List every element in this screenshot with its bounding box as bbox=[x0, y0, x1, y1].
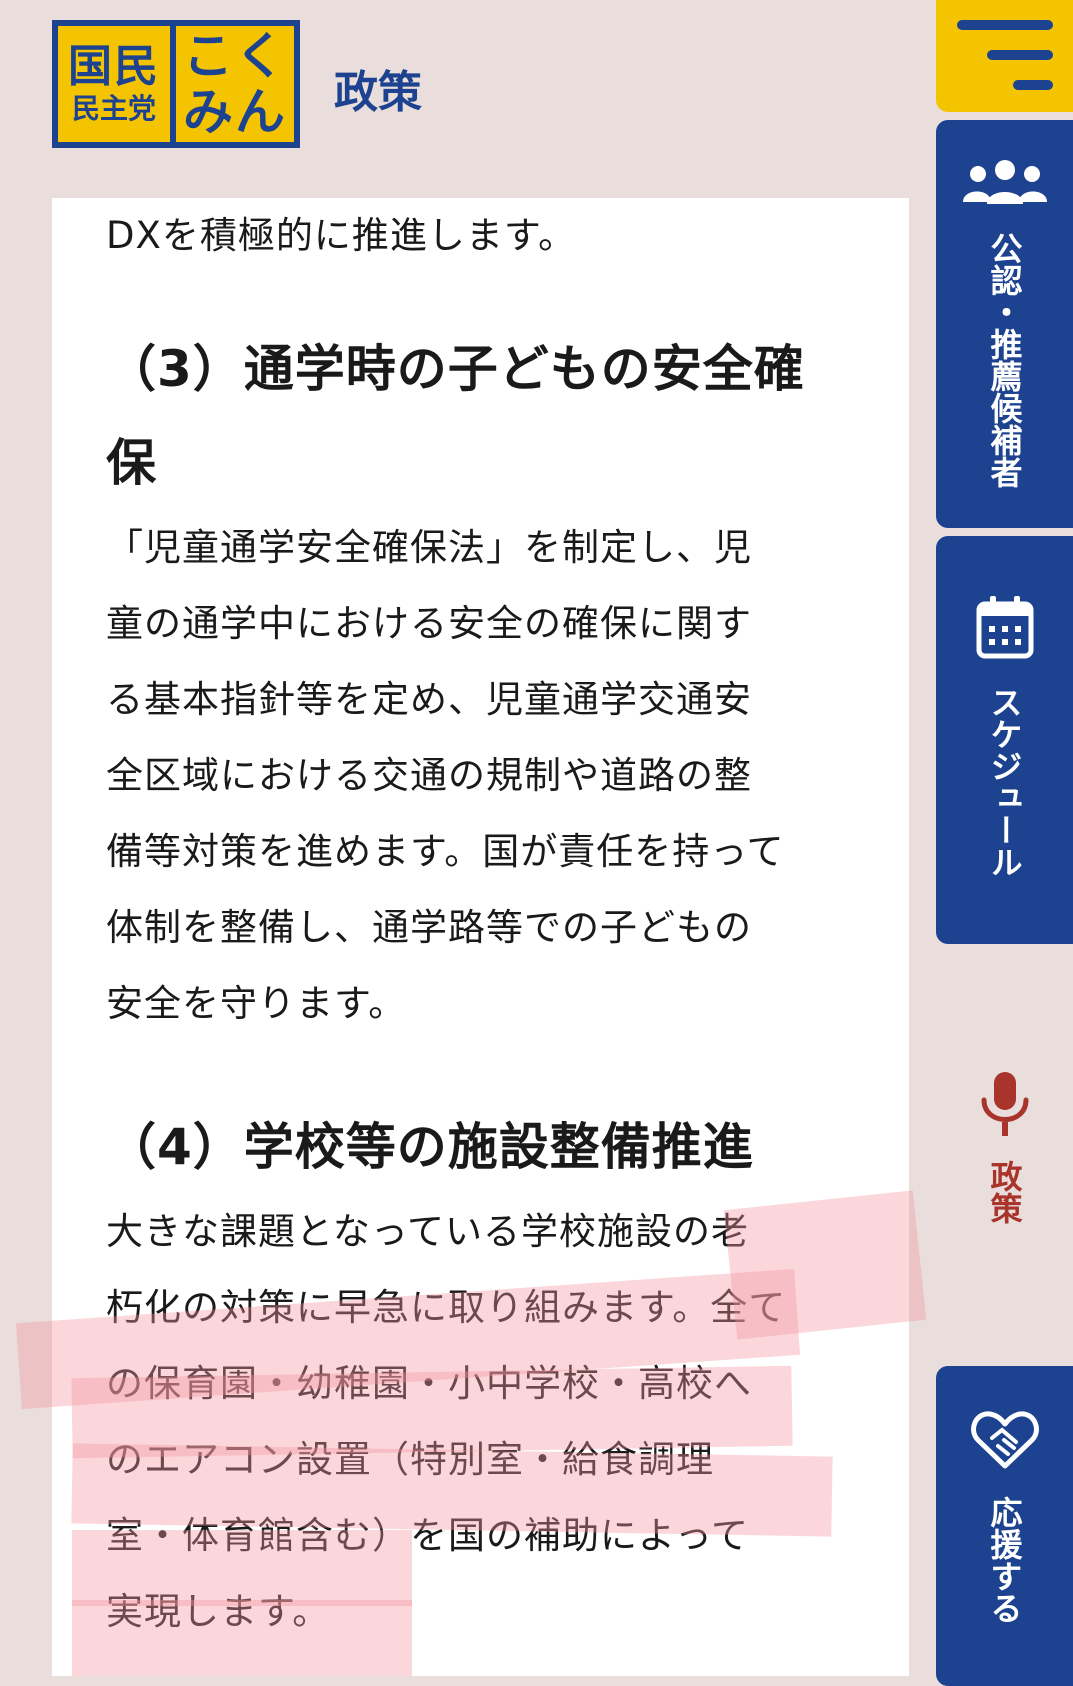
people-group-icon bbox=[962, 160, 1047, 204]
logo-line2: 民主党 bbox=[71, 92, 156, 125]
intro-tail: DXを積極的に推進します。 bbox=[106, 214, 577, 257]
logo-kokumin: こく みん bbox=[176, 26, 294, 142]
section4-line: 朽化の対策に早急に取り組みます。全て bbox=[106, 1286, 787, 1329]
sidebar-item-label: 応援する bbox=[985, 1496, 1024, 1624]
sidebar-item-label: スケジュール bbox=[985, 686, 1024, 878]
section4-body: 大きな課題となっている学校施設の老 朽化の対策に早急に取り組みます。全て の保育… bbox=[106, 1194, 816, 1650]
hamburger-icon bbox=[956, 20, 1053, 92]
section3-line: 「児童通学安全確保法」を制定し、児 bbox=[106, 526, 752, 569]
policy-content: DXを積極的に推進します。 （3）通学時の子どもの安全確 保 「児童通学安全確保… bbox=[106, 198, 816, 1650]
section3-line: 体制を整備し、通学路等での子どもの bbox=[106, 906, 752, 949]
section3-line: 童の通学中における安全の確保に関す bbox=[106, 602, 752, 645]
sidebar-item-policy[interactable]: 政策 bbox=[936, 1070, 1073, 1224]
handshake-heart-icon bbox=[970, 1411, 1039, 1469]
section4-line: 室・体育館含む）を国の補助によって bbox=[106, 1514, 750, 1557]
section3-line: 安全を守ります。 bbox=[106, 982, 407, 1025]
menu-button[interactable] bbox=[936, 0, 1073, 112]
section3-line: 備等対策を進めます。国が責任を持って bbox=[106, 830, 785, 873]
section4-line: 実現します。 bbox=[106, 1590, 331, 1633]
content-card: DXを積極的に推進します。 （3）通学時の子どもの安全確 保 「児童通学安全確保… bbox=[52, 198, 909, 1676]
sidebar-item-support[interactable]: 応援する bbox=[936, 1366, 1073, 1686]
section4-line: 大きな課題となっている学校施設の老 bbox=[106, 1210, 750, 1253]
logo-line1: 国民 bbox=[68, 41, 160, 92]
section3-heading-line2: 保 bbox=[106, 434, 157, 492]
logo-right1: こく bbox=[183, 27, 287, 85]
page-title: 政策 bbox=[334, 67, 422, 118]
section3-body: 「児童通学安全確保法」を制定し、児 童の通学中における安全の確保に関す る基本指… bbox=[106, 510, 816, 1042]
sidebar-item-schedule[interactable]: スケジュール bbox=[936, 536, 1073, 944]
section3-line: 全区域における交通の規制や道路の整 bbox=[106, 754, 752, 797]
section4-line: の保育園・幼稚園・小中学校・高校へ bbox=[106, 1362, 752, 1405]
party-logo[interactable]: 国民 民主党 こく みん bbox=[52, 20, 300, 148]
section4-line: のエアコン設置（特別室・給食調理 bbox=[106, 1438, 714, 1481]
microphone-icon bbox=[981, 1072, 1028, 1136]
section3-heading: （3）通学時の子どもの安全確 保 bbox=[106, 322, 816, 510]
calendar-icon bbox=[976, 596, 1033, 659]
sidebar-item-candidates[interactable]: 公認・推薦候補者 bbox=[936, 120, 1073, 528]
logo-party-name: 国民 民主党 bbox=[58, 26, 170, 142]
section3-heading-line1: （3）通学時の子どもの安全確 bbox=[106, 340, 805, 398]
logo-right2: みん bbox=[183, 83, 287, 141]
sidebar-item-label: 公認・推薦候補者 bbox=[985, 232, 1024, 488]
sidebar-item-label: 政策 bbox=[985, 1160, 1024, 1224]
section4-heading: （4）学校等の施設整備推進 bbox=[106, 1118, 754, 1176]
section3-line: る基本指針等を定め、児童通学交通安 bbox=[106, 678, 752, 721]
